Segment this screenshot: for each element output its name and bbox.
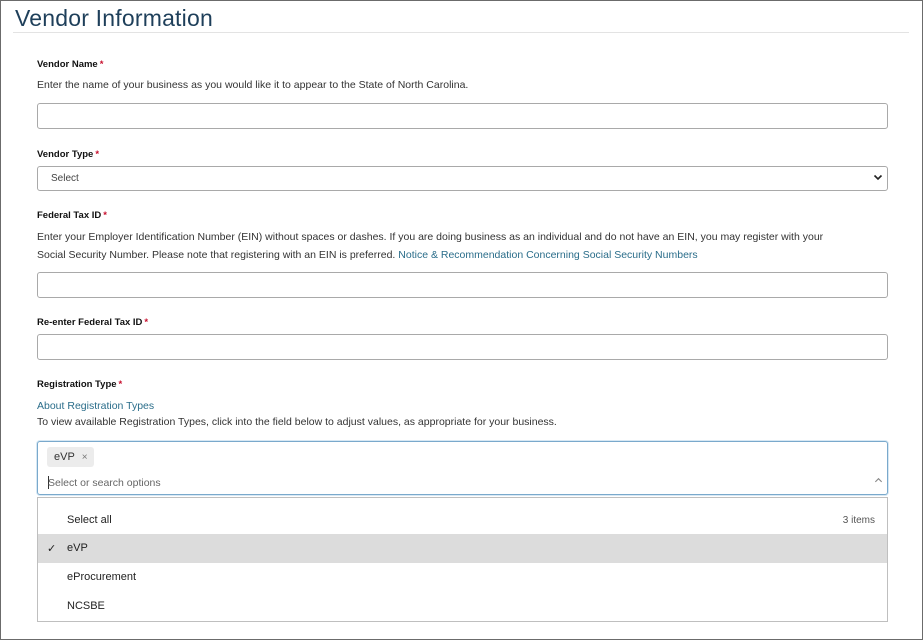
required-marker: * bbox=[95, 149, 100, 160]
federal-tax-id-label: Federal Tax ID * bbox=[37, 210, 107, 221]
vendor-type-label-text: Vendor Type bbox=[37, 149, 94, 160]
option-eprocurement[interactable]: eProcurement bbox=[38, 563, 887, 592]
reenter-tax-id-input[interactable] bbox=[37, 334, 888, 360]
about-registration-types-link-text[interactable]: About Registration Types bbox=[37, 400, 154, 412]
vendor-name-label-text: Vendor Name bbox=[37, 59, 98, 70]
vendor-name-input[interactable] bbox=[37, 103, 888, 129]
option-evp[interactable]: ✓ eVP bbox=[38, 534, 887, 563]
registration-type-help: To view available Registration Types, cl… bbox=[37, 416, 557, 428]
option-label: eProcurement bbox=[67, 571, 137, 583]
chevron-down-icon bbox=[873, 172, 883, 184]
registration-type-multiselect[interactable]: eVP × Select or search options bbox=[37, 441, 888, 495]
remove-chip-icon[interactable]: × bbox=[82, 452, 88, 463]
federal-tax-id-help-line2: Social Security Number. Please note that… bbox=[37, 246, 823, 264]
registration-type-label: Registration Type * bbox=[37, 379, 122, 390]
registration-type-search-input[interactable]: Select or search options bbox=[48, 477, 161, 489]
reenter-tax-id-label: Re-enter Federal Tax ID * bbox=[37, 317, 148, 328]
option-label: NCSBE bbox=[67, 600, 105, 612]
federal-tax-id-help-line1: Enter your Employer Identification Numbe… bbox=[37, 231, 824, 243]
items-count: 3 items bbox=[842, 515, 875, 526]
ssn-notice-link[interactable]: Notice & Recommendation Concerning Socia… bbox=[398, 249, 697, 261]
federal-tax-id-help: Enter your Employer Identification Numbe… bbox=[37, 228, 823, 264]
registration-type-label-text: Registration Type bbox=[37, 379, 117, 390]
vendor-name-help: Enter the name of your business as you w… bbox=[37, 79, 469, 91]
select-all-option[interactable]: Select all 3 items bbox=[38, 506, 887, 535]
required-marker: * bbox=[103, 210, 107, 221]
selected-option-chip: eVP × bbox=[47, 447, 94, 467]
checkmark-icon: ✓ bbox=[47, 543, 57, 555]
page-title: Vendor Information bbox=[15, 5, 213, 31]
chevron-up-icon[interactable] bbox=[874, 476, 883, 488]
chip-label: eVP bbox=[54, 451, 75, 463]
federal-tax-id-input[interactable] bbox=[37, 272, 888, 298]
option-ncsbe[interactable]: NCSBE bbox=[38, 592, 887, 621]
vendor-type-label: Vendor Type * bbox=[37, 149, 99, 160]
federal-tax-id-label-text: Federal Tax ID bbox=[37, 210, 102, 221]
federal-tax-id-help-text: Social Security Number. Please note that… bbox=[37, 249, 396, 261]
registration-type-dropdown: Select all 3 items ✓ eVP eProcurement NC… bbox=[37, 497, 888, 622]
vendor-type-selected-value: Select bbox=[51, 173, 79, 184]
title-divider bbox=[13, 32, 909, 33]
required-marker: * bbox=[144, 317, 149, 328]
select-all-label: Select all bbox=[67, 514, 112, 526]
vendor-type-select[interactable]: Select bbox=[37, 166, 888, 191]
required-marker: * bbox=[118, 379, 123, 390]
required-marker: * bbox=[99, 59, 104, 70]
reenter-tax-id-label-text: Re-enter Federal Tax ID bbox=[37, 317, 143, 328]
vendor-information-panel: Vendor Information Vendor Name * Enter th… bbox=[0, 0, 923, 640]
option-label: eVP bbox=[67, 542, 88, 554]
vendor-name-label: Vendor Name * bbox=[37, 59, 103, 70]
